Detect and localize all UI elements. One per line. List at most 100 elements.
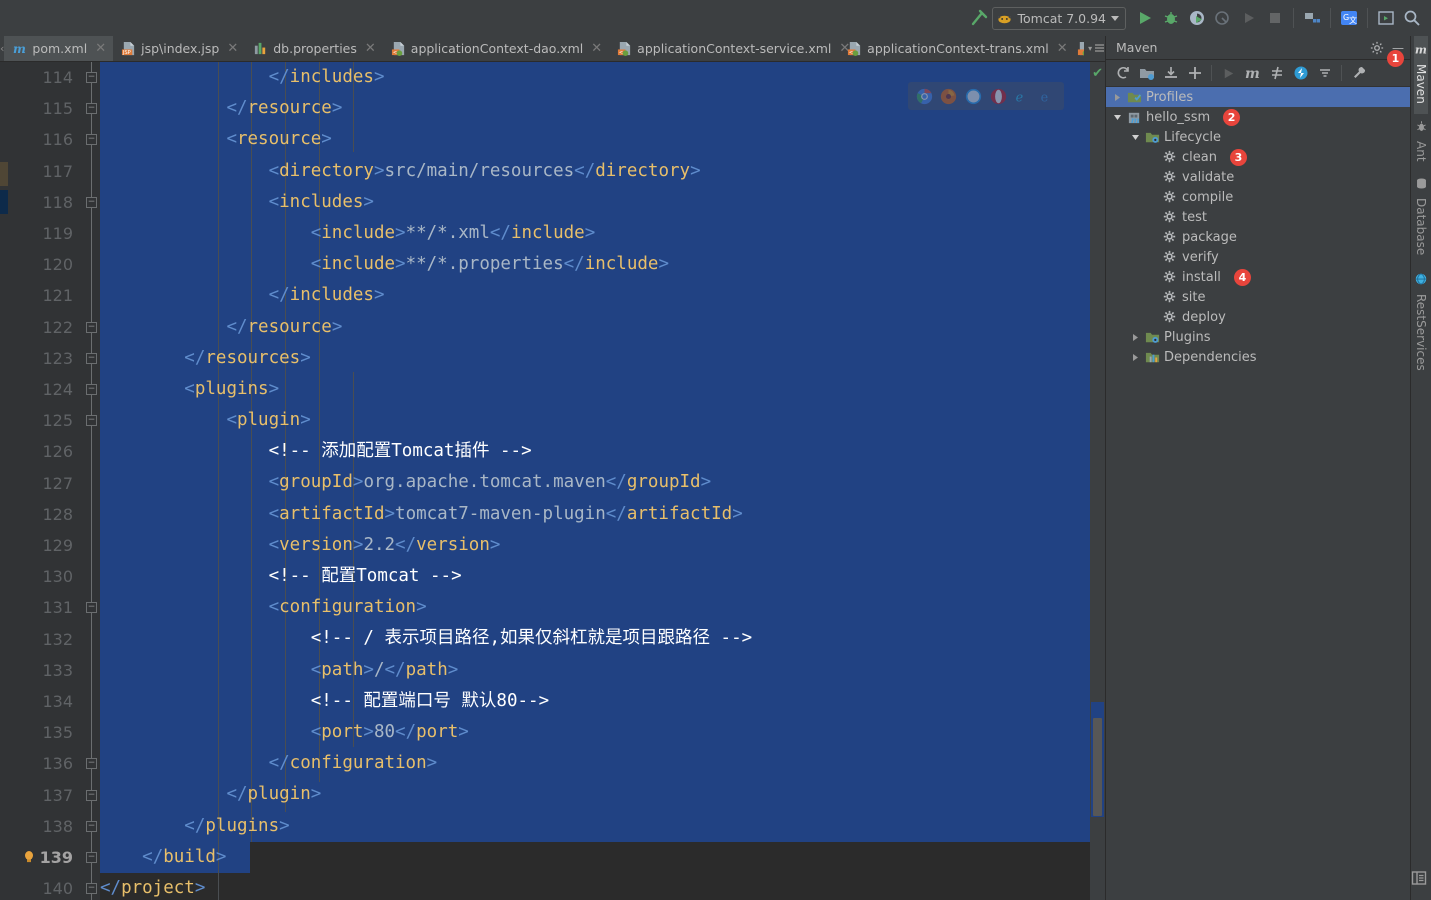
tab-applicationcontext-service[interactable]: < applicationContext-service.xml ✕ xyxy=(609,36,850,61)
toggle-offline-icon[interactable] xyxy=(1290,63,1311,84)
generate-sources-icon[interactable] xyxy=(1136,63,1157,84)
code-line[interactable]: <!-- 配置Tomcat --> xyxy=(100,561,1090,592)
close-icon[interactable]: ✕ xyxy=(588,42,602,55)
maven-tree-node-lifecycle[interactable]: Lifecycle xyxy=(1106,127,1410,147)
chevron-down-icon[interactable] xyxy=(1130,132,1141,143)
code-fold-toggle-icon[interactable]: − xyxy=(86,384,97,395)
close-icon[interactable]: ✕ xyxy=(362,42,376,55)
toggle-skip-tests-icon[interactable] xyxy=(1266,63,1287,84)
run-icon[interactable] xyxy=(1132,5,1158,31)
maven-tree-node-verify[interactable]: verify xyxy=(1106,247,1410,267)
code-fold-toggle-icon[interactable]: − xyxy=(86,415,97,427)
build-hammer-icon[interactable] xyxy=(966,5,992,31)
tab-overflow-indicator[interactable]: ▾ 3 xyxy=(1084,36,1105,61)
code-line[interactable]: <artifactId>tomcat7-maven-plugin</artifa… xyxy=(100,499,1090,530)
maven-tree-node-compile[interactable]: compile xyxy=(1106,187,1410,207)
close-icon[interactable]: ✕ xyxy=(92,42,106,55)
code-fold-toggle-icon[interactable]: − xyxy=(86,883,97,895)
execute-maven-goal-icon[interactable]: m xyxy=(1242,63,1263,84)
gear-icon[interactable] xyxy=(1370,41,1384,55)
code-fold-toggle-icon[interactable]: − xyxy=(86,602,97,614)
tab-spring-partial[interactable]: sp ✕ xyxy=(1069,36,1085,61)
code-line[interactable]: <!-- 配置端口号 默认80--> xyxy=(100,686,1090,717)
code-line[interactable]: </plugins> xyxy=(100,811,1090,842)
code-fold-toggle-icon[interactable]: − xyxy=(86,196,97,208)
intention-bulb-icon[interactable] xyxy=(22,849,36,863)
code-fold-toggle-icon[interactable]: − xyxy=(86,321,97,333)
opera-icon[interactable] xyxy=(990,88,1007,105)
maven-tree-node-site[interactable]: site xyxy=(1106,287,1410,307)
code-line[interactable]: </configuration> xyxy=(100,748,1090,779)
tab-db-properties[interactable]: db.properties ✕ xyxy=(245,36,383,61)
tool-window-tab-restservices[interactable]: RestServices xyxy=(1414,266,1428,381)
project-structure-icon[interactable] xyxy=(1299,5,1325,31)
chevron-right-icon[interactable] xyxy=(1112,92,1123,103)
editor-gutter[interactable]: 114 − 115 − 116 − 117 118 − 119 120 121 122 − 123 − 124 −… xyxy=(8,62,100,900)
maven-tree-node-plugins[interactable]: Plugins xyxy=(1106,327,1410,347)
chevron-right-icon[interactable] xyxy=(1130,352,1141,363)
tab-index-jsp[interactable]: JSP jsp\index.jsp ✕ xyxy=(113,36,245,61)
add-maven-project-icon[interactable] xyxy=(1184,63,1205,84)
code-line[interactable]: </resources> xyxy=(100,343,1090,374)
code-fold-toggle-icon[interactable]: − xyxy=(86,72,97,83)
tab-applicationcontext-dao[interactable]: < applicationContext-dao.xml ✕ xyxy=(383,36,609,61)
maven-tree-node-package[interactable]: package xyxy=(1106,227,1410,247)
chevron-down-icon[interactable] xyxy=(1112,112,1123,123)
edge-icon[interactable]: e xyxy=(1039,88,1056,105)
run-anything-icon[interactable] xyxy=(1373,5,1399,31)
maven-tree-node-install[interactable]: install 4 xyxy=(1106,267,1410,287)
code-line[interactable]: <configuration> xyxy=(100,592,1090,623)
close-icon[interactable]: ✕ xyxy=(224,42,238,55)
tab-applicationcontext-trans[interactable]: < applicationContext-trans.xml ✕ xyxy=(839,36,1069,61)
code-line[interactable]: <!-- 添加配置Tomcat插件 --> xyxy=(100,436,1090,467)
code-line[interactable]: <path>/</path> xyxy=(100,655,1090,686)
maven-tree-node-dependencies[interactable]: Dependencies xyxy=(1106,347,1410,367)
code-line[interactable]: <plugin> xyxy=(100,405,1090,436)
inspection-ok-icon[interactable]: ✔ xyxy=(1092,66,1103,81)
maven-tree-node-profiles[interactable]: Profiles xyxy=(1106,87,1410,107)
tool-window-tab-ant[interactable]: Ant xyxy=(1414,114,1428,172)
maven-tree-node-clean[interactable]: clean 3 xyxy=(1106,147,1410,167)
code-line[interactable]: <plugins> xyxy=(100,374,1090,405)
download-sources-icon[interactable] xyxy=(1160,63,1181,84)
code-line[interactable]: </resource> xyxy=(100,312,1090,343)
code-line[interactable]: </build> xyxy=(100,842,1090,873)
code-line[interactable]: <!-- / 表示项目路径,如果仅斜杠就是项目跟路径 --> xyxy=(100,623,1090,654)
run-configuration-selector[interactable]: Tomcat 7.0.94 xyxy=(992,6,1126,30)
code-fold-toggle-icon[interactable]: − xyxy=(86,103,97,115)
code-line[interactable]: </project> xyxy=(100,873,1090,900)
code-fold-toggle-icon[interactable]: − xyxy=(86,789,97,801)
code-fold-toggle-icon[interactable]: − xyxy=(86,134,97,146)
reimport-icon[interactable] xyxy=(1112,63,1133,84)
code-line[interactable]: </includes> xyxy=(100,280,1090,311)
maven-tree-node-deploy[interactable]: deploy xyxy=(1106,307,1410,327)
code-line[interactable]: <groupId>org.apache.tomcat.maven</groupI… xyxy=(100,467,1090,498)
code-line[interactable]: <resource> xyxy=(100,124,1090,155)
maven-tree-node-test[interactable]: test xyxy=(1106,207,1410,227)
tool-window-tab-maven[interactable]: m Maven xyxy=(1414,36,1428,114)
maven-settings-icon[interactable] xyxy=(1348,63,1369,84)
code-line[interactable]: </plugin> xyxy=(100,779,1090,810)
safari-icon[interactable] xyxy=(965,88,982,105)
debug-icon[interactable] xyxy=(1158,5,1184,31)
code-line[interactable]: <includes> xyxy=(100,187,1090,218)
code-fold-toggle-icon[interactable]: − xyxy=(86,758,97,770)
tab-pom-xml[interactable]: m pom.xml ✕ xyxy=(4,36,114,61)
code-fold-toggle-icon[interactable]: − xyxy=(86,352,97,364)
maven-project-tree[interactable]: Profiles m hello_ssm 2 Lifecycle clean 3 valida… xyxy=(1106,87,1410,367)
editor-text-area[interactable]: </includes> </resource> <resource> <dire… xyxy=(100,62,1090,900)
run-with-coverage-icon[interactable] xyxy=(1184,5,1210,31)
chevron-right-icon[interactable] xyxy=(1130,332,1141,343)
editor-scrollbar-thumb[interactable] xyxy=(1093,718,1102,816)
editor-layout-icon[interactable] xyxy=(1411,870,1427,886)
chrome-icon[interactable] xyxy=(916,88,933,105)
code-fold-toggle-icon[interactable]: − xyxy=(86,852,97,863)
code-line[interactable]: <version>2.2</version> xyxy=(100,530,1090,561)
chevron-down-icon[interactable] xyxy=(1111,15,1119,21)
search-everywhere-icon[interactable] xyxy=(1399,5,1425,31)
collapse-all-icon[interactable] xyxy=(1314,63,1335,84)
code-editor[interactable]: 114 − 115 − 116 − 117 118 − 119 120 121 122 − 123 − 124 −… xyxy=(0,62,1105,900)
code-line[interactable]: <include>**/*.properties</include> xyxy=(100,249,1090,280)
tool-window-tab-database[interactable]: Database xyxy=(1414,171,1428,265)
code-line[interactable]: <include>**/*.xml</include> xyxy=(100,218,1090,249)
